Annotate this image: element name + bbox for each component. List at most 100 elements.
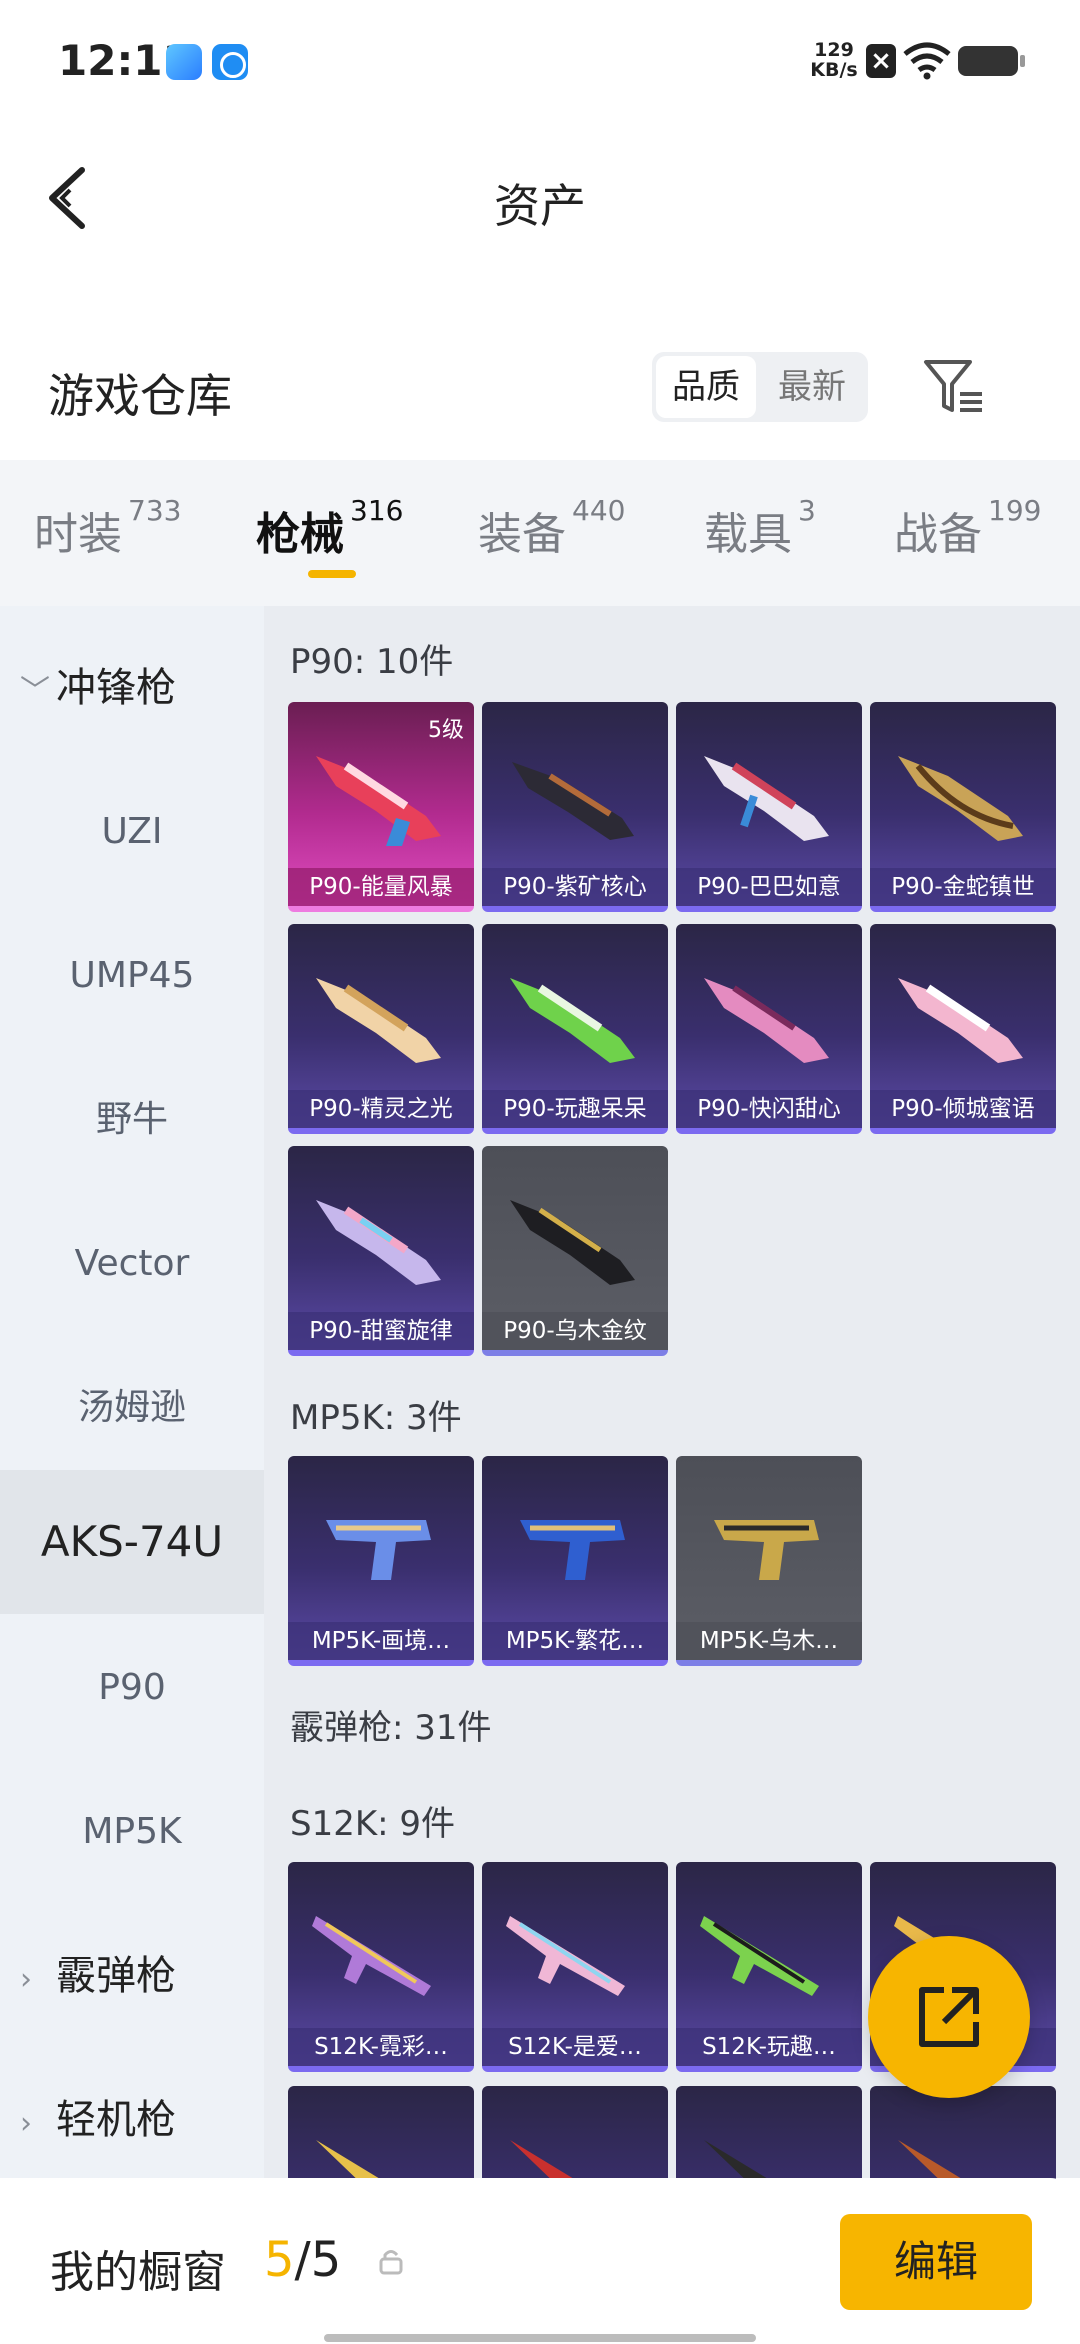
showcase-separator: / — [294, 2232, 311, 2288]
item-card[interactable]: 5级 P90-能量风暴 — [288, 702, 474, 912]
sidebar-item-bison[interactable]: 野牛 — [0, 1048, 264, 1192]
net-speed: 129 KB/s — [804, 40, 864, 80]
tab-count: 316 — [350, 494, 404, 527]
tab-fashion[interactable]: 时装 733 — [34, 494, 181, 562]
item-card[interactable]: MP5K-画境… — [288, 1456, 474, 1666]
tab-label: 战备 — [894, 509, 982, 560]
item-card[interactable]: MP5K-乌木… — [676, 1456, 862, 1666]
gun-icon — [312, 1916, 431, 1996]
showcase-current: 5 — [264, 2232, 295, 2288]
edit-button[interactable]: 编辑 — [840, 2214, 1032, 2310]
gun-icon — [512, 762, 634, 840]
item-name: MP5K-乌木… — [676, 1622, 862, 1660]
item-name: P90-乌木金纹 — [482, 1312, 668, 1350]
item-card[interactable]: P90-快闪甜心 — [676, 924, 862, 1134]
sort-newest-button[interactable]: 最新 — [762, 356, 862, 418]
item-card[interactable]: S12K-玩趣… — [676, 1862, 862, 2072]
item-card[interactable]: P90-甜蜜旋律 — [288, 1146, 474, 1356]
gun-icon — [510, 978, 635, 1063]
battery-icon — [958, 46, 1025, 76]
tab-label: 时装 — [34, 509, 122, 560]
home-indicator[interactable] — [324, 2334, 756, 2342]
chevron-right-icon: › — [20, 2106, 32, 2141]
sidebar-group-label: 霰弹枪 — [56, 1953, 176, 1999]
sidebar-item-vector[interactable]: Vector — [0, 1192, 264, 1336]
section-title-s12k: S12K: 9件 — [290, 1804, 456, 1844]
item-name: P90-快闪甜心 — [676, 1090, 862, 1128]
share-fab-button[interactable] — [868, 1936, 1030, 2098]
sidebar-item-thompson[interactable]: 汤姆逊 — [0, 1336, 264, 1480]
tab-count: 440 — [572, 494, 626, 527]
tab-firearms[interactable]: 枪械 316 — [256, 494, 403, 562]
gun-icon — [700, 1916, 819, 1996]
net-speed-value: 129 — [814, 39, 854, 61]
showcase-label: 我的橱窗 — [50, 2247, 226, 2298]
item-name: P90-玩趣呆呆 — [482, 1090, 668, 1128]
sidebar-group-label: 冲锋枪 — [56, 665, 176, 711]
tab-vehicles[interactable]: 载具 3 — [704, 494, 816, 562]
item-card[interactable]: P90-玩趣呆呆 — [482, 924, 668, 1134]
item-name: P90-巴巴如意 — [676, 868, 862, 906]
gun-icon — [520, 1520, 625, 1580]
no-sim-icon: × — [866, 44, 896, 78]
sidebar-item-aks74u[interactable]: AKS-74U — [0, 1470, 264, 1614]
item-name: P90-精灵之光 — [288, 1090, 474, 1128]
tab-supplies[interactable]: 战备 199 — [894, 494, 1041, 562]
sort-quality-button[interactable]: 品质 — [656, 356, 756, 418]
item-name: P90-紫矿核心 — [482, 868, 668, 906]
tab-count: 733 — [128, 494, 182, 527]
weapon-category-sidebar: ﹀ 冲锋枪 UZI UMP45 野牛 Vector 汤姆逊 AKS-74U P90… — [0, 606, 264, 2178]
item-card[interactable]: P90-倾城蜜语 — [870, 924, 1056, 1134]
chevron-right-icon: › — [20, 1962, 32, 1997]
item-name: P90-倾城蜜语 — [870, 1090, 1056, 1128]
item-card[interactable]: MP5K-繁花… — [482, 1456, 668, 1666]
gun-icon — [898, 756, 1023, 841]
item-card[interactable]: P90-乌木金纹 — [482, 1146, 668, 1356]
item-card[interactable]: P90-紫矿核心 — [482, 702, 668, 912]
status-bar: 12:11 129 KB/s × — [0, 0, 1080, 120]
sidebar-item-ump45[interactable]: UMP45 — [0, 904, 264, 1048]
filter-icon[interactable] — [920, 354, 986, 420]
notification-browser-icon — [212, 44, 248, 80]
section-title-mp5k: MP5K: 3件 — [290, 1398, 462, 1438]
item-card[interactable]: P90-精灵之光 — [288, 924, 474, 1134]
net-speed-unit: KB/s — [810, 59, 858, 81]
section-title-p90: P90: 10件 — [290, 642, 454, 682]
item-card[interactable]: S12K-霓彩… — [288, 1862, 474, 2072]
gun-icon — [704, 756, 829, 841]
tab-label: 装备 — [478, 509, 566, 560]
lock-icon — [379, 2250, 403, 2275]
sidebar-item-uzi[interactable]: UZI — [0, 760, 264, 904]
item-name: P90-金蛇镇世 — [870, 868, 1056, 906]
item-card[interactable]: P90-金蛇镇世 — [870, 702, 1056, 912]
gun-icon — [506, 1916, 625, 1996]
tab-equipment[interactable]: 装备 440 — [478, 494, 625, 562]
gun-icon — [510, 1200, 635, 1285]
item-card[interactable]: P90-巴巴如意 — [676, 702, 862, 912]
section-title-shotgun: 霰弹枪: 31件 — [290, 1708, 492, 1748]
sidebar-group-label: 轻机枪 — [56, 2097, 176, 2143]
chevron-down-icon: ﹀ — [20, 674, 50, 709]
gun-icon — [704, 978, 829, 1063]
page-title: 资产 — [494, 179, 586, 233]
sidebar-group-shotgun[interactable]: › 霰弹枪 — [20, 1904, 176, 2048]
gun-icon — [316, 978, 441, 1063]
gun-icon — [714, 1520, 819, 1580]
gun-icon — [898, 978, 1023, 1063]
item-card[interactable]: S12K-是爱… — [482, 1862, 668, 2072]
sidebar-item-mp5k[interactable]: MP5K — [0, 1760, 264, 1904]
notification-app-icon — [166, 44, 202, 80]
item-name: P90-能量风暴 — [288, 868, 474, 906]
item-name: MP5K-画境… — [288, 1622, 474, 1660]
gun-icon — [326, 1520, 431, 1580]
share-icon — [919, 1987, 979, 2047]
active-tab-indicator — [308, 570, 356, 578]
item-name: S12K-是爱… — [482, 2028, 668, 2066]
sidebar-item-p90[interactable]: P90 — [0, 1616, 264, 1760]
sidebar-group-smg[interactable]: ﹀ 冲锋枪 — [20, 616, 176, 760]
item-name: MP5K-繁花… — [482, 1622, 668, 1660]
sidebar-group-lmg[interactable]: › 轻机枪 — [20, 2048, 176, 2178]
tab-count: 199 — [988, 494, 1042, 527]
tab-label: 枪械 — [256, 509, 344, 560]
wifi-icon — [903, 42, 951, 80]
